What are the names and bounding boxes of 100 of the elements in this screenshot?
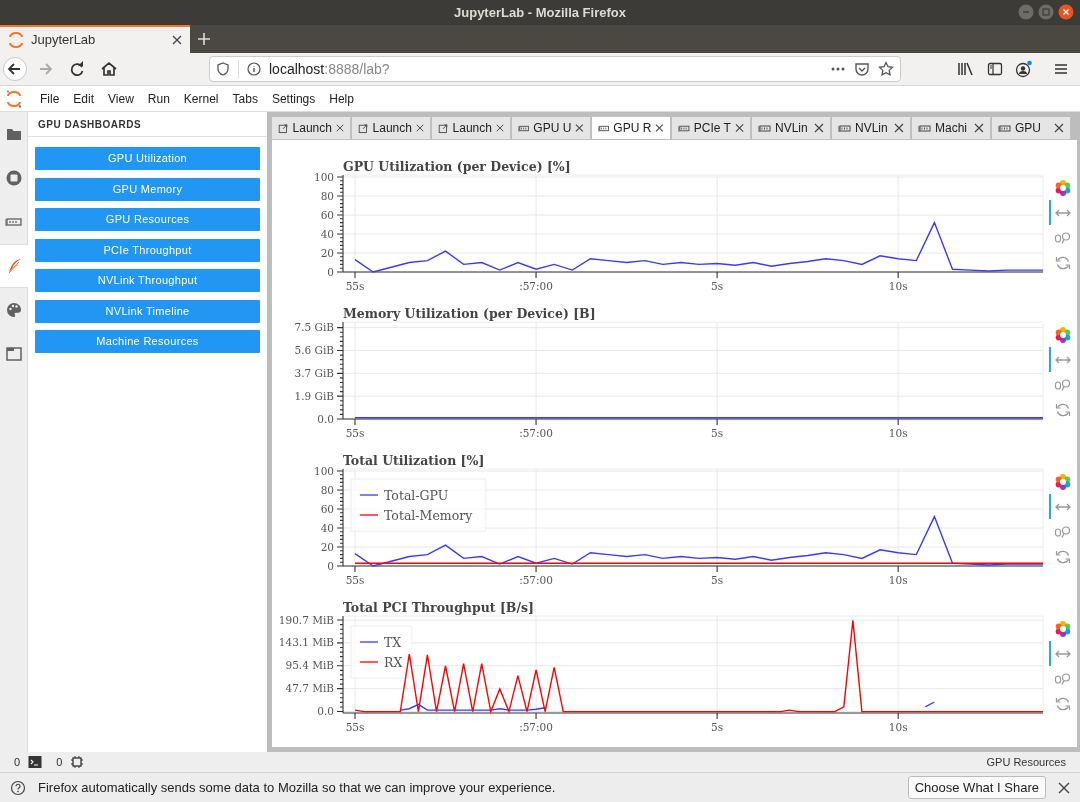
tick-label: 95.4 MiB [285,659,334,672]
document-tab[interactable]: Machi [911,117,991,139]
tick-label: 47.7 MiB [285,682,334,695]
tick-label: 5s [711,721,724,732]
close-icon[interactable] [655,123,664,133]
menu-item[interactable]: View [101,89,141,108]
chart-title: Memory Utilization (per Device) [B] [343,306,596,321]
document-tab[interactable]: Launch [351,117,431,139]
tick-label: 80 [320,483,334,496]
status-text: GPU Resources [986,754,1066,770]
document-tab[interactable]: GPU R [591,115,671,139]
tick-label: 10s [888,721,908,732]
window-title: JupyterLab - Mozilla Firefox [454,3,626,22]
new-tab-icon[interactable] [196,31,212,47]
star-icon[interactable] [878,61,894,77]
menu-item[interactable]: Help [322,89,361,108]
document-tab[interactable]: GPU U [511,117,591,139]
tick-label: 7.5 GiB [294,321,334,334]
address-field[interactable]: localhost:8888/lab? [209,56,901,82]
document-tab[interactable]: PCIe T [671,117,751,139]
close-icon[interactable] [974,123,984,133]
status-count: 0 [14,754,21,770]
tick-label: 55s [345,721,365,732]
tick-label: :57:00 [519,280,553,291]
choose-button[interactable]: Choose What I Share [907,776,1046,799]
tick-label: 10s [888,280,908,291]
legend-label: Total-GPU [384,487,449,503]
info-icon [247,62,261,76]
menu-item[interactable]: File [33,89,67,108]
tick-label: 3.7 GiB [294,366,334,379]
browser-tab[interactable]: JupyterLab [0,25,190,53]
document-tab[interactable]: NVLin [831,117,911,139]
close-icon[interactable] [894,123,904,133]
tick-label: 100 [313,170,334,183]
launch-icon [358,121,369,135]
tick-label: 0.0 [317,705,334,718]
tick-label: 40 [320,521,334,534]
close-icon[interactable] [335,123,344,133]
launch-icon [278,121,289,135]
tick-label: 5s [711,280,724,291]
menu-item[interactable]: Run [140,89,177,108]
document-tab[interactable]: NVLin [751,117,831,139]
back-button[interactable] [3,57,27,81]
jupyter-logo-icon [7,31,25,49]
chart-title: Total PCI Throughput [B/s] [343,600,534,615]
menu-item[interactable]: Tabs [225,89,265,108]
tick-label: :57:00 [519,574,553,585]
tick-label: 5.6 GiB [294,344,334,356]
library-icon[interactable] [957,61,975,77]
close-icon[interactable] [495,123,504,133]
url-host: localhost [269,60,325,77]
legend-label: Total-Memory [384,507,473,523]
tick-label: :57:00 [519,721,553,732]
legend-label: RX [384,654,403,670]
close-icon[interactable] [734,123,744,133]
tick-label: :57:00 [519,427,553,438]
tick-label: 55s [345,574,365,585]
document-tab[interactable]: Launch [431,117,511,139]
close-icon[interactable] [171,34,183,46]
notification-text: Firefox automatically sends some data to Mozilla so that we can improve your experience. [38,778,557,797]
legend-label: TX [384,634,402,650]
menu-icon[interactable] [1053,61,1069,77]
terminal-icon[interactable] [28,755,43,769]
color-wheel-icon [1054,619,1072,638]
sidebar-icon[interactable] [987,61,1003,77]
menu-item[interactable]: Edit [66,89,102,108]
close-icon[interactable] [1058,781,1070,794]
tick-label: 0 [327,559,334,572]
tick-label: 10s [888,574,908,585]
color-wheel-icon [1054,472,1072,491]
tick-label: 40 [320,227,334,240]
document-tab[interactable]: GPU [991,117,1071,139]
close-button[interactable] [1058,4,1074,20]
pocket-icon[interactable] [854,61,870,77]
help-icon [10,779,26,796]
document-tab[interactable]: Launch [271,117,351,139]
chip-icon[interactable] [70,755,85,769]
tick-label: 190.7 MiB [278,613,334,626]
tick-label: 10s [888,427,908,438]
panel-title: GPU DASHBOARDS [38,117,142,132]
status-count: 0 [56,754,63,770]
menu-item[interactable]: Kernel [176,89,226,108]
tick-label: 60 [320,208,334,221]
launch-icon [438,121,449,135]
chart-title: GPU Utilization (per Device) [%] [343,159,571,174]
color-wheel-icon [1054,178,1072,197]
stop-icon [4,169,23,187]
tick-label: 55s [345,280,365,291]
url-path: :8888/lab? [324,60,390,77]
tick-label: 0.0 [317,412,334,425]
account-icon[interactable] [1015,60,1033,78]
tick-label: 55s [345,427,365,438]
close-icon[interactable] [575,123,584,133]
close-icon[interactable] [814,123,824,133]
tick-label: 20 [320,540,334,553]
tick-label: 60 [320,502,334,515]
menu-item[interactable]: Settings [264,89,323,108]
close-icon[interactable] [415,123,424,133]
close-icon[interactable] [1054,123,1064,133]
tick-label: 143.1 MiB [278,636,334,649]
